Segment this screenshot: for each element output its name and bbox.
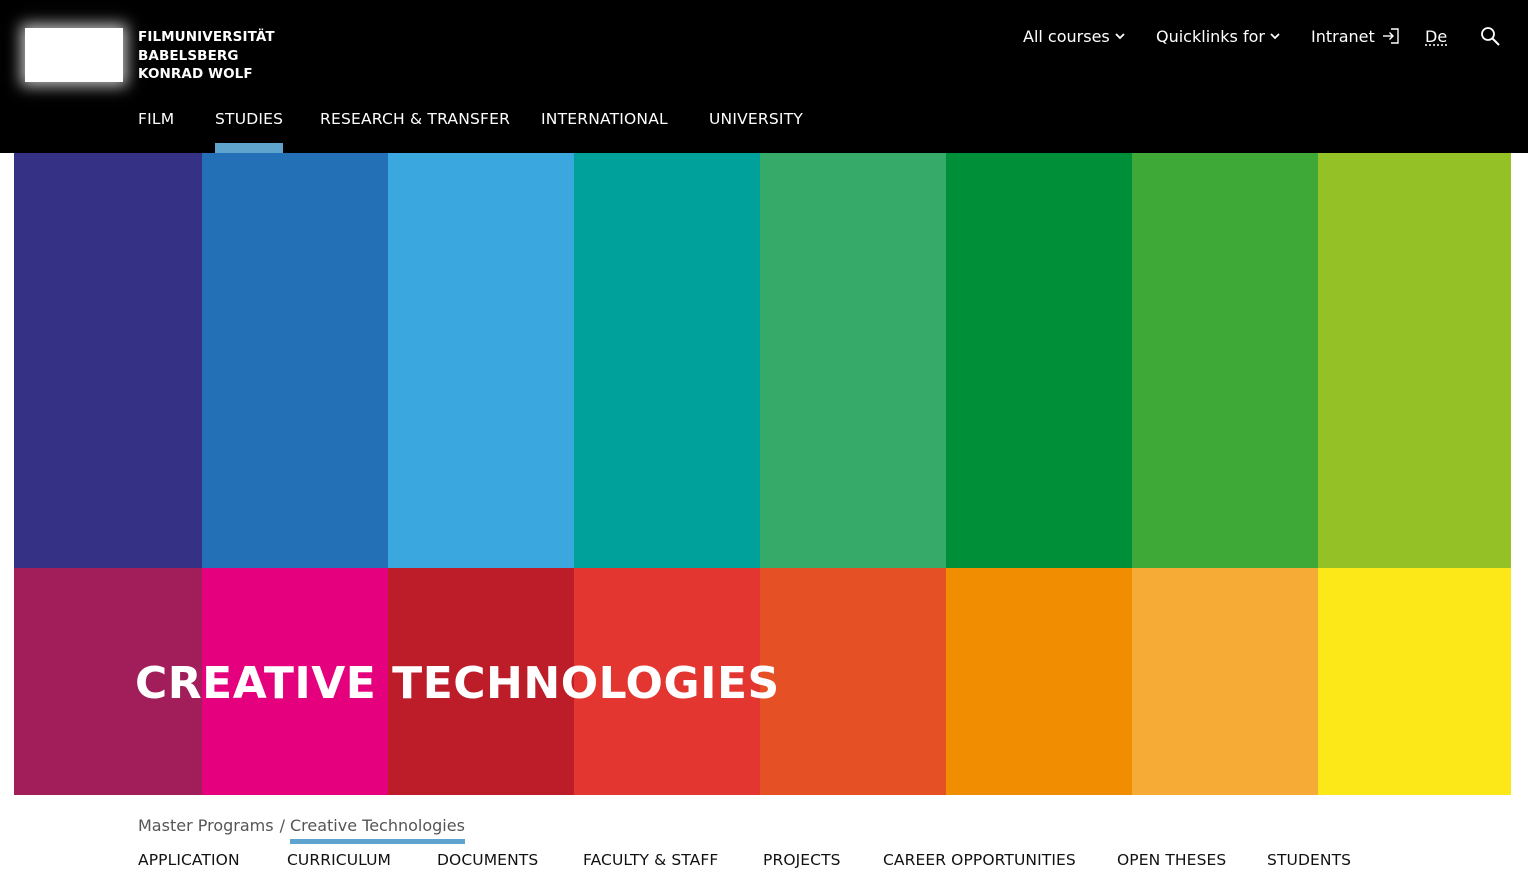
- wordmark-line-3: KONRAD WOLF: [138, 66, 253, 82]
- hero-color-row-top: [14, 153, 1511, 568]
- all-courses-dropdown[interactable]: All courses: [1023, 24, 1125, 48]
- hero-color-swatch: [1132, 568, 1318, 795]
- subnav-students[interactable]: STUDENTS: [1267, 851, 1351, 869]
- hero-color-swatch: [946, 568, 1132, 795]
- chevron-down-icon: [1115, 32, 1125, 39]
- breadcrumb-separator: /: [279, 815, 285, 835]
- hero-color-swatch: [202, 153, 388, 568]
- utility-nav: All courses Quicklinks for Intranet De: [0, 24, 1528, 48]
- main-nav-international[interactable]: INTERNATIONAL: [541, 108, 668, 153]
- hero-banner: CREATIVE TECHNOLOGIES: [14, 153, 1511, 795]
- language-switch-link[interactable]: De: [1425, 24, 1447, 48]
- hero-color-swatch: [574, 153, 760, 568]
- chevron-down-icon: [1270, 32, 1280, 39]
- search-icon: [1481, 27, 1500, 46]
- subnav-career-opportunities[interactable]: CAREER OPPORTUNITIES: [883, 851, 1076, 869]
- breadcrumb-master-programs[interactable]: Master Programs: [138, 816, 274, 835]
- login-icon: [1382, 28, 1399, 44]
- intranet-link[interactable]: Intranet: [1311, 24, 1400, 48]
- hero-color-swatch: [1132, 153, 1318, 568]
- quicklinks-dropdown[interactable]: Quicklinks for: [1156, 24, 1280, 48]
- wordmark-line-2: BABELSBERG: [138, 47, 239, 64]
- main-nav-research-transfer[interactable]: RESEARCH & TRANSFER: [320, 108, 510, 153]
- subnav-faculty-staff[interactable]: FACULTY & STAFF: [583, 851, 718, 869]
- breadcrumb: Master Programs / Creative Technologies: [138, 814, 465, 844]
- main-nav-film[interactable]: FILM: [138, 108, 174, 153]
- hero-color-swatch: [1318, 568, 1511, 795]
- subnav-projects[interactable]: PROJECTS: [763, 851, 841, 869]
- subnav-open-theses[interactable]: OPEN THESES: [1117, 851, 1226, 869]
- quicklinks-label: Quicklinks for: [1156, 26, 1265, 46]
- main-nav-studies[interactable]: STUDIES: [215, 108, 284, 153]
- hero-color-swatch: [760, 153, 946, 568]
- intranet-label: Intranet: [1311, 26, 1375, 46]
- main-nav-university[interactable]: UNIVERSITY: [709, 108, 803, 153]
- breadcrumb-current[interactable]: Creative Technologies: [289, 816, 465, 844]
- subnav-application[interactable]: APPLICATION: [138, 851, 240, 869]
- hero-color-swatch: [14, 153, 202, 568]
- subnav-documents[interactable]: DOCUMENTS: [437, 851, 538, 869]
- page-title: CREATIVE TECHNOLOGIES: [135, 658, 780, 709]
- subnav-curriculum[interactable]: CURRICULUM: [287, 851, 391, 869]
- hero-color-swatch: [388, 153, 574, 568]
- hero-color-swatch: [946, 153, 1132, 568]
- all-courses-label: All courses: [1023, 26, 1110, 46]
- search-button[interactable]: [1480, 24, 1500, 48]
- hero-color-swatch: [760, 568, 946, 795]
- site-header: FILMUNIVERSITÄT BABELSBERG KONRAD WOLF A…: [0, 0, 1528, 153]
- hero-color-swatch: [1318, 153, 1511, 568]
